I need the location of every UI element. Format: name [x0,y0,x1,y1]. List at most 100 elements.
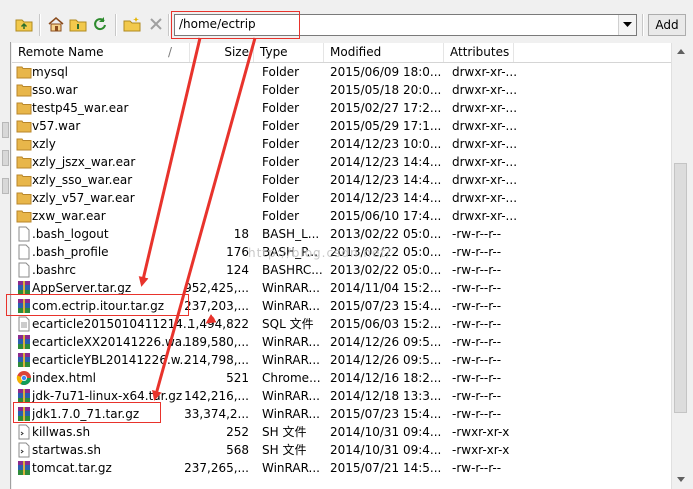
file-attributes: -rw-r--r-- [452,245,502,259]
column-header-name[interactable]: Remote Name / [12,43,190,62]
file-row[interactable]: testp45_war.ear Folder 2015/02/27 17:2... d… [12,99,671,117]
file-size [162,81,249,99]
file-row[interactable]: mysql Folder 2015/06/09 18:0... drwxr-xr-..… [12,63,671,81]
file-row[interactable]: startwas.sh 568 SH 文件 2014/10/31 09:4... -rw… [12,441,671,459]
file-size: 568 [226,443,249,457]
file-row[interactable]: xzly_v57_war.ear Folder 2014/12/23 14:4...… [12,189,671,207]
file-modified: 2014/11/04 15:2... [330,281,442,295]
file-modified: 2015/07/23 15:4... [330,299,442,313]
file-row[interactable]: xzly_sso_war.ear Folder 2014/12/23 14:4...… [12,171,671,189]
column-header-modified[interactable]: Modified [324,43,444,62]
file-attributes: drwxr-xr-... [452,155,518,169]
jdk-highlight-box [13,402,161,423]
file-modified: 2014/12/16 18:2... [330,371,442,385]
file-attributes: drwxr-xr-... [452,173,518,187]
file-type: BASH_L... [262,227,320,241]
file-row[interactable]: killwas.sh 252 SH 文件 2014/10/31 09:4... -rwx… [12,423,671,441]
blank-file-icon [16,262,32,278]
file-attributes: -rwxr-xr-x [452,425,510,439]
file-type: WinRAR... [262,407,320,421]
left-panel-splitter[interactable] [0,42,11,489]
file-attributes: -rw-r--r-- [452,353,502,367]
file-attributes: drwxr-xr-... [452,137,518,151]
file-row[interactable]: .bashrc 124 BASHRC... 2013/02/22 05:0... -rw… [12,261,671,279]
vertical-scrollbar[interactable] [671,43,690,489]
file-row[interactable]: xzly_jszx_war.ear Folder 2014/12/23 14:4..… [12,153,671,171]
chevron-down-icon [623,22,632,27]
column-header-type[interactable]: Type [254,43,324,62]
home-icon[interactable] [46,14,66,34]
file-row[interactable]: index.html 521 Chrome... 2014/12/16 18:2...… [12,369,671,387]
file-attributes: -rwxr-xr-x [452,443,510,457]
file-size [162,117,249,135]
file-attributes: drwxr-xr-... [452,119,518,133]
folder-icon [16,82,32,98]
file-modified: 2014/10/31 09:4... [330,425,442,439]
file-attributes: drwxr-xr-... [452,101,518,115]
file-attributes: -rw-r--r-- [452,281,502,295]
file-row[interactable]: .bash_logout 18 BASH_L... 2013/02/22 05:0..… [12,225,671,243]
file-modified: 2014/12/23 14:4... [330,173,442,187]
file-row[interactable]: ecarticle2015010411214... 1,494,822 SQL 文件… [12,315,671,333]
splitter-grip[interactable] [2,178,9,194]
column-header-size-label: Size [224,45,249,59]
file-row[interactable]: sso.war Folder 2015/05/18 20:0... drwxr-xr-… [12,81,671,99]
path-dropdown-button[interactable] [618,15,636,35]
splitter-grip[interactable] [2,122,9,138]
column-header-attributes[interactable]: Attributes [444,43,514,62]
file-type: Folder [262,137,300,151]
file-type: Folder [262,191,300,205]
winrar-archive-icon [16,460,32,476]
file-attributes: -rw-r--r-- [452,371,502,385]
file-size: 252 [226,425,249,439]
file-attributes: drwxr-xr-... [452,209,518,223]
file-size [162,189,249,207]
scrollbar-thumb[interactable] [674,163,687,413]
file-modified: 2014/12/23 14:4... [330,191,442,205]
splitter-grip[interactable] [2,150,9,166]
file-type: SH 文件 [262,443,307,457]
file-attributes: -rw-r--r-- [452,407,502,421]
root-icon[interactable] [68,14,88,34]
file-row[interactable]: ecarticleXX20141226.wa... 189,580,... WinR… [12,333,671,351]
toolbar-separator [39,14,41,36]
file-modified: 2014/12/23 14:4... [330,155,442,169]
file-type: WinRAR... [262,353,320,367]
file-attributes: drwxr-xr-... [452,83,518,97]
file-attributes: -rw-r--r-- [452,317,502,331]
new-folder-icon[interactable] [122,14,142,34]
file-size: 189,580,... [184,335,249,349]
file-row[interactable]: zxw_war.ear Folder 2015/06/10 17:4... drwxr… [12,207,671,225]
sql-file-icon [16,316,32,332]
chrome-html-icon [16,370,32,386]
file-type: WinRAR... [262,335,320,349]
file-attributes: drwxr-xr-... [452,65,518,79]
file-modified: 2014/12/23 10:0... [330,137,442,151]
file-type: WinRAR... [262,281,320,295]
file-size: 142,216,... [184,389,249,403]
file-type: WinRAR... [262,389,320,403]
add-button[interactable]: Add [648,14,686,36]
file-type: Folder [262,173,300,187]
toolbar-separator [642,14,644,36]
file-modified: 2015/07/23 15:4... [330,407,442,421]
winrar-archive-icon [16,334,32,350]
file-size: 214,798,... [184,353,249,367]
scroll-down-arrow-icon[interactable] [672,471,690,488]
winrar-archive-icon [16,352,32,368]
file-row[interactable]: xzly Folder 2014/12/23 10:0... drwxr-xr-... [12,135,671,153]
file-row[interactable]: ecarticleYBL20141226.w... 214,798,... WinR… [12,351,671,369]
file-size: 521 [226,371,249,385]
blank-file-icon [16,226,32,242]
file-row[interactable]: tomcat.tar.gz 237,265,... WinRAR... 2015/07… [12,459,671,477]
file-row[interactable]: v57.war Folder 2015/05/29 17:1... drwxr-xr-… [12,117,671,135]
file-attributes: -rw-r--r-- [452,227,502,241]
blank-file-icon [16,244,32,260]
delete-icon[interactable] [146,14,166,34]
column-header-row: Remote Name / Size Type Modified Attribu… [12,43,671,63]
parent-directory-icon[interactable] [14,14,34,34]
file-size: 18 [233,227,249,241]
column-header-size[interactable]: Size [190,43,254,62]
refresh-icon[interactable] [90,14,110,34]
scroll-up-arrow-icon[interactable] [672,43,690,60]
